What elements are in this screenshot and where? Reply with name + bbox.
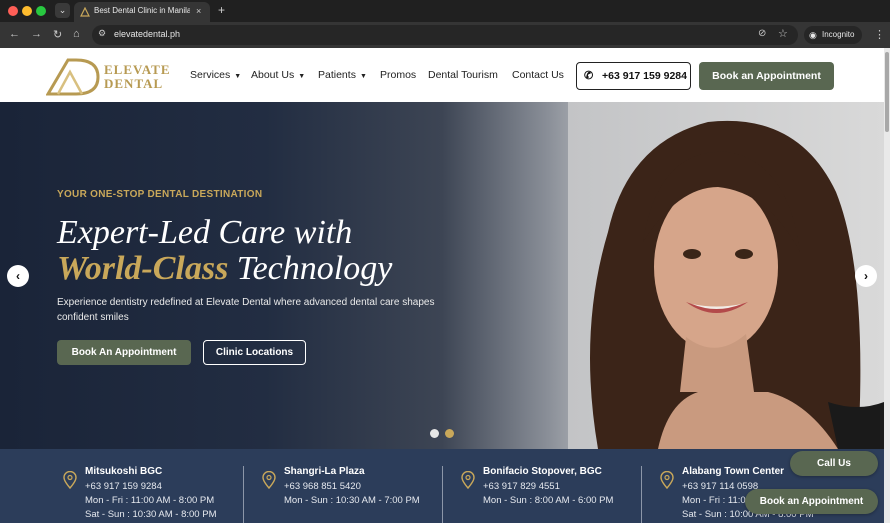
hero-heading-line1: Expert-Led Care with	[57, 214, 353, 251]
tab-close-icon[interactable]: ×	[196, 6, 201, 16]
location-phone: +63 917 829 4551	[483, 481, 560, 492]
incognito-icon: ◉	[809, 30, 817, 40]
hero-carousel: YOUR ONE-STOP DENTAL DESTINATION Expert-…	[0, 102, 884, 449]
hero-heading-line2: World-Class Technology	[57, 250, 392, 288]
address-bar[interactable]: ⚙ elevatedental.ph ⊘ ☆	[92, 25, 798, 45]
browser-tab-active[interactable]: Best Dental Clinic in Manila | E ×	[74, 2, 210, 22]
location-hours: Sat - Sun : 10:30 AM - 8:00 PM	[85, 509, 217, 520]
nav-contact-us[interactable]: Contact Us	[512, 69, 564, 81]
nav-about-us[interactable]: About Us ▼	[251, 69, 305, 81]
divider	[442, 466, 443, 523]
maximize-window-button[interactable]	[36, 6, 46, 16]
more-menu-icon[interactable]: ⋮	[874, 28, 885, 41]
hero-book-appointment-button[interactable]: Book An Appointment	[57, 340, 191, 365]
elevate-dental-favicon-icon	[80, 7, 90, 17]
location-name: Mitsukoshi BGC	[85, 466, 163, 477]
hero-heading-gold: World-Class	[57, 250, 229, 287]
hero-clinic-locations-button[interactable]: Clinic Locations	[203, 340, 306, 365]
location-name: Shangri-La Plaza	[284, 466, 365, 477]
map-pin-icon	[461, 471, 475, 489]
elevate-dental-logo-icon	[46, 58, 100, 96]
header-phone-number: +63 917 159 9284	[602, 70, 687, 82]
carousel-dot-1[interactable]	[430, 429, 439, 438]
phone-icon: ✆	[584, 70, 594, 82]
floating-book-appointment-button[interactable]: Book an Appointment	[745, 489, 878, 514]
location-hours: Mon - Fri : 11:00 AM - 8:00 PM	[85, 495, 215, 506]
chevron-down-icon: ▼	[234, 73, 242, 80]
location-phone: +63 917 114 0598	[682, 481, 759, 492]
map-pin-icon	[262, 471, 276, 489]
url-text: elevatedental.ph	[114, 29, 181, 39]
location-phone: +63 917 159 9284	[85, 481, 162, 492]
location-hours: Mon - Sun : 10:30 AM - 7:00 PM	[284, 495, 420, 506]
incognito-indicator[interactable]: ◉ Incognito	[804, 26, 862, 44]
location-name: Bonifacio Stopover, BGC	[483, 466, 602, 477]
map-pin-icon	[63, 471, 77, 489]
nav-patients[interactable]: Patients ▼	[318, 69, 367, 81]
hero-woman-photo	[568, 102, 884, 449]
browser-tab-bar: ⌄ Best Dental Clinic in Manila | E × +	[0, 0, 890, 22]
header-phone-button[interactable]: ✆ +63 917 159 9284	[576, 62, 691, 90]
map-pin-icon	[660, 471, 674, 489]
location-phone: +63 968 851 5420	[284, 481, 361, 492]
minimize-window-button[interactable]	[22, 6, 32, 16]
carousel-prev-arrow-icon[interactable]: ‹	[7, 265, 29, 287]
tab-title: Best Dental Clinic in Manila | E	[94, 6, 190, 15]
divider	[243, 466, 244, 523]
location-hours: Mon - Sun : 8:00 AM - 6:00 PM	[483, 495, 614, 506]
bookmark-star-icon[interactable]: ☆	[778, 27, 788, 40]
nav-services[interactable]: Services ▼	[190, 69, 241, 81]
back-icon[interactable]: ←	[9, 28, 20, 40]
header-book-appointment-button[interactable]: Book an Appointment	[699, 62, 834, 90]
reload-icon[interactable]: ↻	[53, 28, 62, 41]
close-window-button[interactable]	[8, 6, 18, 16]
nav-about-us-label: About Us	[251, 69, 295, 81]
nav-dental-tourism[interactable]: Dental Tourism	[428, 69, 498, 81]
location-name: Alabang Town Center	[682, 466, 785, 477]
divider	[641, 466, 642, 523]
nav-promos[interactable]: Promos	[380, 69, 416, 81]
chevron-down-icon: ▼	[298, 73, 306, 80]
scrollbar-thumb[interactable]	[885, 52, 889, 132]
home-icon[interactable]: ⌂	[73, 28, 80, 40]
nav-patients-label: Patients	[318, 69, 356, 81]
new-tab-button[interactable]: +	[218, 3, 225, 17]
browser-toolbar: ← → ↻ ⌂ ⚙ elevatedental.ph ⊘ ☆ ◉ Incogni…	[0, 22, 890, 48]
carousel-dot-2-active[interactable]	[445, 429, 454, 438]
forward-icon[interactable]: →	[31, 28, 42, 40]
nav-services-label: Services	[190, 69, 231, 81]
chevron-down-icon: ▼	[359, 73, 367, 80]
hero-heading-rest: Technology	[228, 250, 393, 287]
site-logo[interactable]: ELEVATE DENTAL	[46, 56, 196, 96]
carousel-next-arrow-icon[interactable]: ›	[855, 265, 877, 287]
floating-call-us-button[interactable]: Call Us	[790, 451, 878, 476]
hero-subtitle: Experience dentistry redefined at Elevat…	[57, 297, 435, 323]
hero-eyebrow: YOUR ONE-STOP DENTAL DESTINATION	[57, 189, 263, 200]
tracking-protection-eye-icon[interactable]: ⊘	[758, 28, 766, 39]
incognito-label: Incognito	[822, 30, 855, 39]
tab-search-chevron-icon[interactable]: ⌄	[55, 3, 70, 18]
site-info-icon[interactable]: ⚙	[98, 28, 106, 39]
site-header: ELEVATE DENTAL Services ▼ About Us ▼ Patie…	[0, 48, 884, 102]
logo-text-dental: DENTAL	[104, 76, 164, 91]
web-page: ELEVATE DENTAL Services ▼ About Us ▼ Patie…	[0, 48, 884, 523]
